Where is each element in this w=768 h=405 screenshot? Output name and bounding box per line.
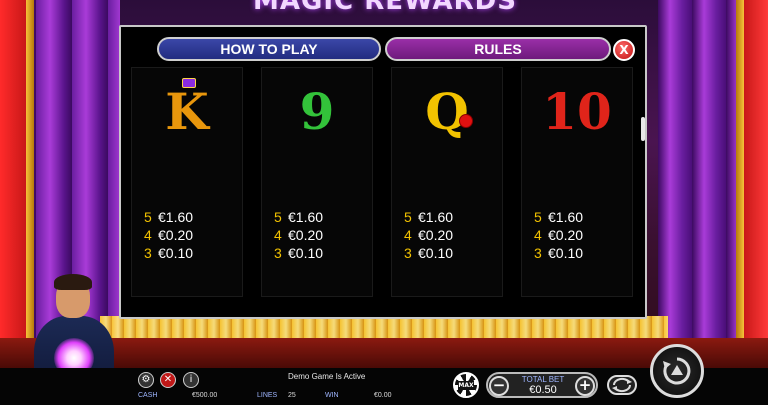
demo-status-text: Demo Game Is Active	[288, 372, 366, 381]
cash-value: €500.00	[192, 392, 218, 399]
paytable-card: 9 5 €1.60 4 €0.20 3 €0.10	[261, 67, 373, 297]
symbol-9: 9	[299, 82, 335, 141]
win-value: €0.00	[374, 392, 392, 399]
autoplay-icon[interactable]	[607, 375, 637, 395]
pay-row: 3 €0.10	[274, 244, 369, 262]
pay-row: 5 €1.60	[404, 208, 499, 226]
max-bet-button[interactable]: MAX	[453, 372, 479, 398]
pay-count: 3	[144, 245, 152, 261]
pay-row: 5 €1.60	[274, 208, 369, 226]
total-bet-control: − TOTAL BET €0.50 +	[486, 372, 598, 398]
pay-value: €0.10	[158, 245, 194, 261]
pay-row: 4 €0.20	[274, 226, 369, 244]
paytable-card: K 5 €1.60 4 €0.20 3 €0.10	[131, 67, 243, 297]
pay-row: 5 €1.60	[144, 208, 239, 226]
scrollbar-thumb[interactable]	[641, 117, 645, 141]
pay-value: €1.60	[548, 209, 584, 225]
pay-count: 3	[404, 245, 412, 261]
gear-icon[interactable]: ⚙	[138, 372, 154, 388]
pay-row: 4 €0.20	[404, 226, 499, 244]
info-icon[interactable]: i	[183, 372, 199, 388]
pay-list: 5 €1.60 4 €0.20 3 €0.10	[404, 208, 499, 262]
increase-bet-button[interactable]: +	[575, 376, 595, 396]
autoplay-arrows	[612, 377, 632, 393]
decrease-bet-button[interactable]: −	[489, 376, 509, 396]
pay-row: 4 €0.20	[534, 226, 629, 244]
pay-value: €0.20	[288, 227, 324, 243]
paytable-scrollbar[interactable]	[640, 67, 646, 317]
magician-hair	[54, 274, 92, 290]
rose-icon	[459, 114, 473, 128]
pay-row: 4 €0.20	[144, 226, 239, 244]
pay-count: 5	[274, 209, 282, 225]
pay-value: €0.10	[418, 245, 454, 261]
tab-rules[interactable]: RULES	[385, 37, 611, 61]
tab-how-to-play[interactable]: HOW TO PLAY	[157, 37, 381, 61]
pay-value: €0.20	[418, 227, 454, 243]
close-button[interactable]: X	[613, 39, 635, 61]
game-stage: MAGIC REWARDS HOW TO PLAY RULES X K 5 €1.…	[0, 0, 768, 405]
total-bet-value: €0.50	[529, 384, 557, 396]
symbol-q: Q	[425, 82, 469, 141]
max-label: MAX	[458, 381, 474, 390]
pay-row: 3 €0.10	[144, 244, 239, 262]
paytable-dialog: HOW TO PLAY RULES X K 5 €1.60 4 €0.20 3 €0.…	[119, 25, 647, 319]
lines-value: 25	[288, 392, 296, 399]
paytable-card: Q 5 €1.60 4 €0.20 3 €0.10	[391, 67, 503, 297]
pay-list: 5 €1.60 4 €0.20 3 €0.10	[274, 208, 369, 262]
pay-count: 4	[534, 227, 542, 243]
pay-count: 5	[404, 209, 412, 225]
game-logo: MAGIC REWARDS	[253, 0, 517, 16]
win-label: WIN	[325, 392, 339, 399]
stage-lights	[100, 316, 668, 338]
pay-value: €1.60	[288, 209, 324, 225]
pay-value: €1.60	[158, 209, 194, 225]
pay-list: 5 €1.60 4 €0.20 3 €0.10	[534, 208, 629, 262]
pay-count: 4	[144, 227, 152, 243]
sound-off-icon[interactable]: ✕	[160, 372, 176, 388]
pay-count: 3	[274, 245, 282, 261]
pay-row: 5 €1.60	[534, 208, 629, 226]
pay-row: 3 €0.10	[404, 244, 499, 262]
pay-value: €0.10	[548, 245, 584, 261]
pay-value: €0.10	[288, 245, 324, 261]
pay-count: 4	[404, 227, 412, 243]
cash-label: CASH	[138, 392, 158, 399]
lines-label: LINES	[257, 392, 278, 399]
pay-count: 5	[144, 209, 152, 225]
pay-row: 3 €0.10	[534, 244, 629, 262]
spin-icon	[663, 357, 691, 385]
pay-count: 3	[534, 245, 542, 261]
paytable-card: 10 5 €1.60 4 €0.20 3 €0.10	[521, 67, 633, 297]
pay-list: 5 €1.60 4 €0.20 3 €0.10	[144, 208, 239, 262]
spin-button[interactable]	[650, 344, 704, 398]
pay-count: 4	[274, 227, 282, 243]
pay-value: €0.20	[158, 227, 194, 243]
total-bet-label: TOTAL BET	[521, 375, 565, 384]
pay-value: €0.20	[548, 227, 584, 243]
symbol-k: K	[165, 82, 209, 141]
paytable-cards: K 5 €1.60 4 €0.20 3 €0.10 9 5 €1.60 4 €0.20 3…	[131, 67, 636, 297]
pay-value: €1.60	[418, 209, 454, 225]
symbol-10: 10	[542, 82, 612, 141]
pay-count: 5	[534, 209, 542, 225]
